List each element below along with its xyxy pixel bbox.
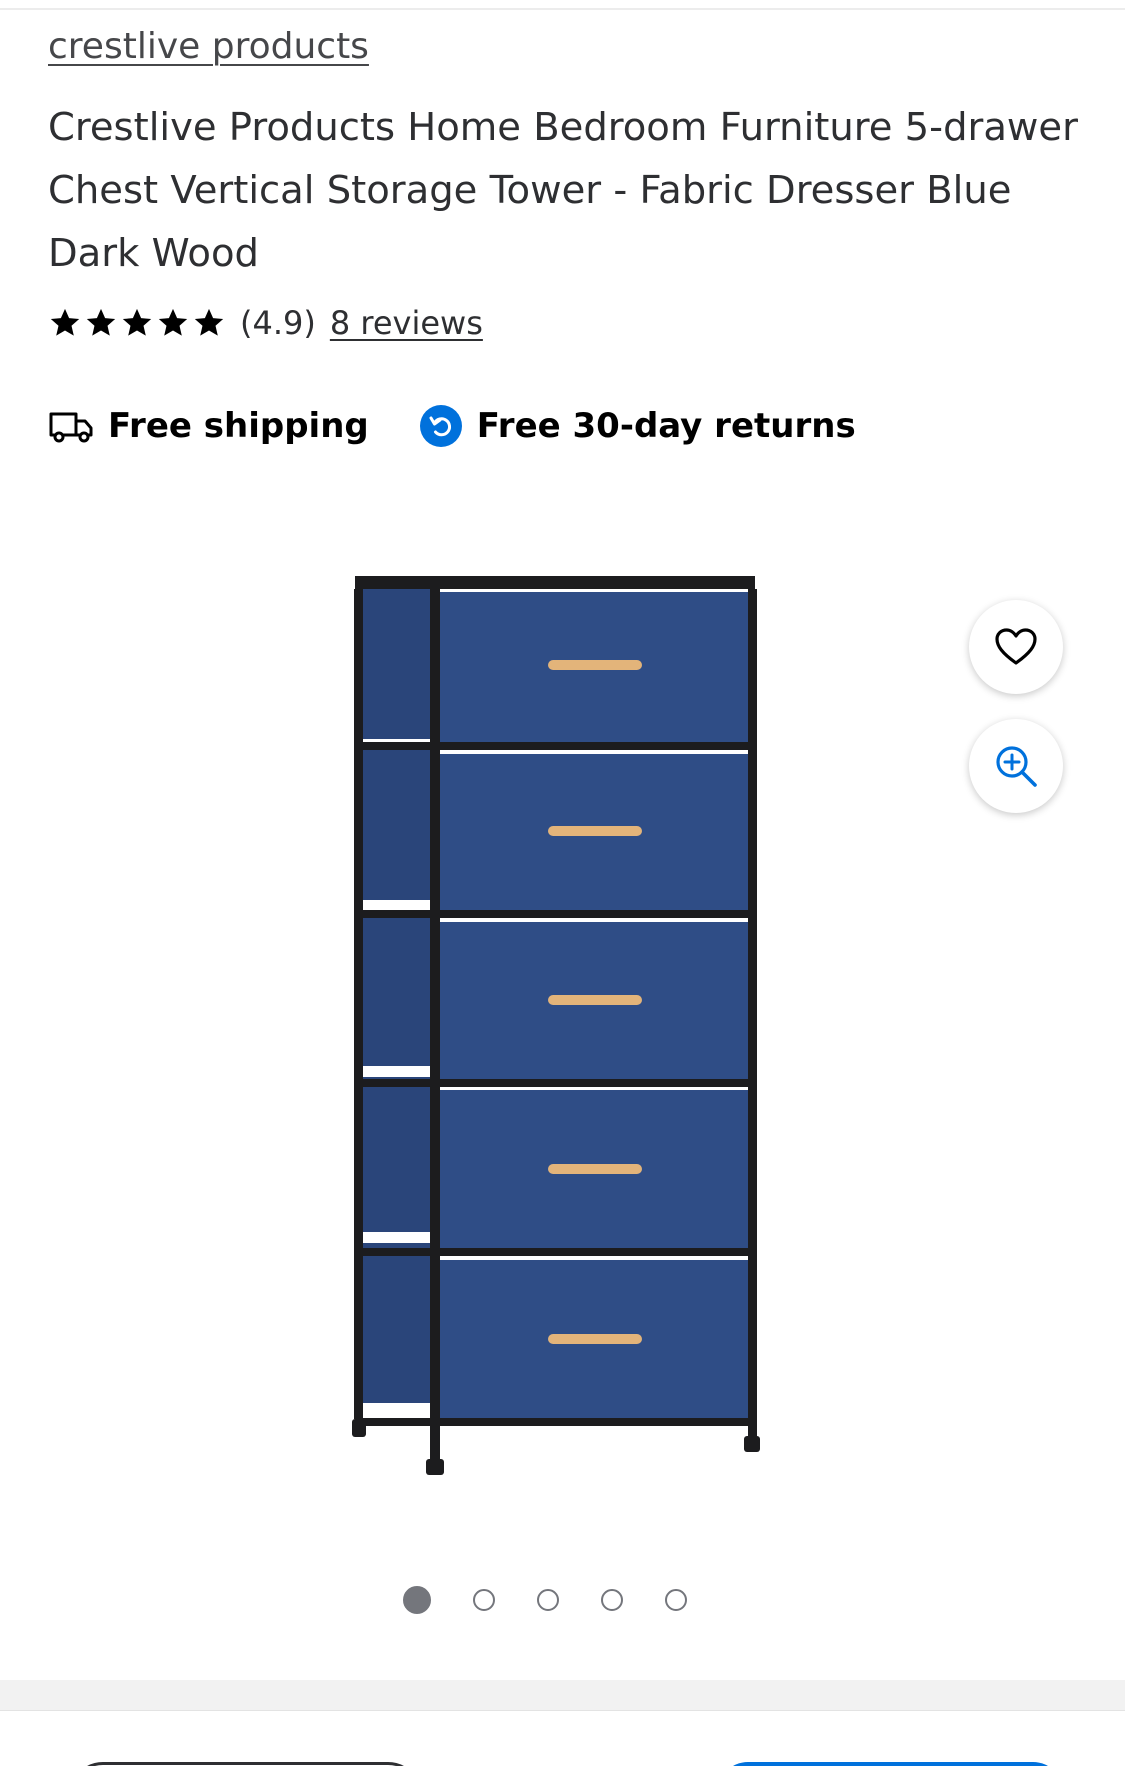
- fulfillment-badges: Free shipping Free 30-day returns: [48, 402, 856, 450]
- carousel-dot-1[interactable]: [403, 1586, 431, 1614]
- product-image[interactable]: [340, 570, 780, 1480]
- star-icon: [84, 306, 118, 340]
- carousel-dot-5[interactable]: [665, 1589, 687, 1611]
- free-returns-badge: Free 30-day returns: [419, 404, 856, 448]
- bottom-action-bar: [0, 1710, 1125, 1766]
- free-shipping-badge: Free shipping: [48, 406, 369, 446]
- star-rating: [48, 306, 226, 340]
- star-icon: [156, 306, 190, 340]
- top-divider: [0, 8, 1125, 10]
- zoom-button[interactable]: [969, 719, 1063, 813]
- heart-icon: [995, 628, 1037, 665]
- secondary-action-button[interactable]: [70, 1762, 421, 1766]
- section-divider-band: [0, 1680, 1125, 1710]
- free-shipping-label: Free shipping: [108, 406, 369, 446]
- reviews-link[interactable]: 8 reviews: [330, 304, 483, 342]
- star-icon: [48, 306, 82, 340]
- zoom-in-icon: [996, 746, 1037, 787]
- carousel-dot-2[interactable]: [473, 1589, 495, 1611]
- carousel-dot-4[interactable]: [601, 1589, 623, 1611]
- rating-value: (4.9): [240, 304, 316, 342]
- star-icon: [192, 306, 226, 340]
- brand-link[interactable]: crestlive products: [48, 26, 369, 67]
- favorite-button[interactable]: [969, 600, 1063, 694]
- rating-row: (4.9) 8 reviews: [48, 300, 483, 346]
- carousel-dot-3[interactable]: [537, 1589, 559, 1611]
- returns-icon: [419, 405, 462, 447]
- free-returns-label: Free 30-day returns: [476, 406, 856, 446]
- product-title: Crestlive Products Home Bedroom Furnitur…: [48, 105, 1078, 276]
- primary-action-button[interactable]: [718, 1762, 1063, 1766]
- truck-icon: [49, 412, 93, 443]
- star-icon: [120, 306, 154, 340]
- image-carousel-dots: [403, 1586, 687, 1614]
